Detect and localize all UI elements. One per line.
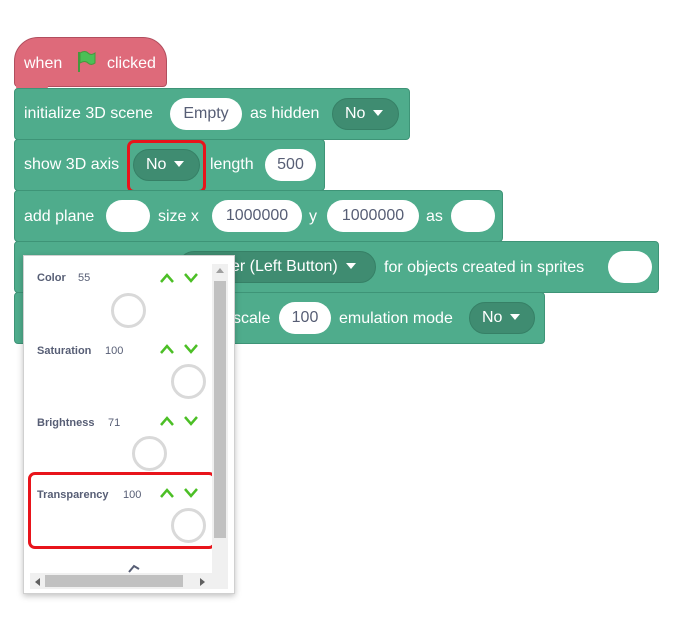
emulation-dropdown[interactable]: No [469, 302, 535, 334]
initialize-label: initialize 3D scene [24, 105, 153, 122]
as-hidden-label: as hidden [250, 105, 320, 122]
transparency-highlight [28, 472, 216, 549]
brightness-label: Brightness [37, 417, 95, 429]
add-plane-label: add plane [24, 208, 95, 225]
chevron-up-icon[interactable] [159, 272, 175, 284]
plane-color-input[interactable] [106, 200, 150, 232]
scene-input[interactable]: Empty [170, 98, 242, 130]
saturation-value: 100 [105, 345, 124, 357]
scroll-left-arrow-icon[interactable] [33, 577, 41, 587]
hidden-dropdown[interactable]: No [332, 98, 399, 130]
objects-label: for objects created in sprites [384, 259, 585, 276]
hidden-dropdown-value: No [345, 105, 366, 122]
size-x-input[interactable]: 1000000 [212, 200, 302, 232]
length-input[interactable]: 500 [265, 149, 316, 181]
saturation-label: Saturation [37, 345, 92, 357]
drag-handle-icon[interactable] [128, 563, 140, 573]
brightness-knob[interactable] [132, 436, 167, 471]
chevron-down-icon[interactable] [183, 272, 199, 284]
chevron-down-icon[interactable] [183, 343, 199, 355]
plane-name-input[interactable] [451, 200, 495, 232]
saturation-knob[interactable] [171, 364, 206, 399]
mouse-button-dropdown-value: er (Left Button) [231, 258, 338, 275]
emulation-label: emulation mode [339, 310, 453, 327]
sprites-input[interactable] [608, 251, 652, 283]
scale-input[interactable]: 100 [279, 302, 331, 334]
caret-down-icon [345, 263, 356, 269]
chevron-down-icon[interactable] [183, 415, 199, 427]
size-y-input[interactable]: 1000000 [327, 200, 419, 232]
size-x-label: size x [158, 208, 199, 225]
length-label: length [210, 156, 254, 173]
axis-dropdown-highlight [127, 140, 206, 193]
color-knob[interactable] [111, 293, 146, 328]
scroll-up-arrow-icon[interactable] [215, 266, 225, 274]
color-value: 55 [78, 272, 91, 284]
horizontal-scroll-thumb[interactable] [45, 575, 183, 587]
chevron-up-icon[interactable] [159, 415, 175, 427]
emulation-dropdown-value: No [482, 309, 503, 326]
vertical-scroll-thumb[interactable] [214, 281, 226, 538]
scroll-right-arrow-icon[interactable] [199, 577, 207, 587]
caret-down-icon [510, 314, 521, 320]
y-label: y [309, 208, 317, 225]
scale-label: scale [233, 310, 271, 327]
show-axis-label: show 3D axis [24, 156, 120, 173]
clicked-label: clicked [107, 55, 156, 72]
when-label: when [24, 55, 63, 72]
brightness-value: 71 [108, 417, 121, 429]
color-label: Color [37, 272, 66, 284]
as-label: as [426, 208, 443, 225]
green-flag-icon [78, 51, 96, 72]
chevron-up-icon[interactable] [159, 343, 175, 355]
caret-down-icon [373, 110, 384, 116]
